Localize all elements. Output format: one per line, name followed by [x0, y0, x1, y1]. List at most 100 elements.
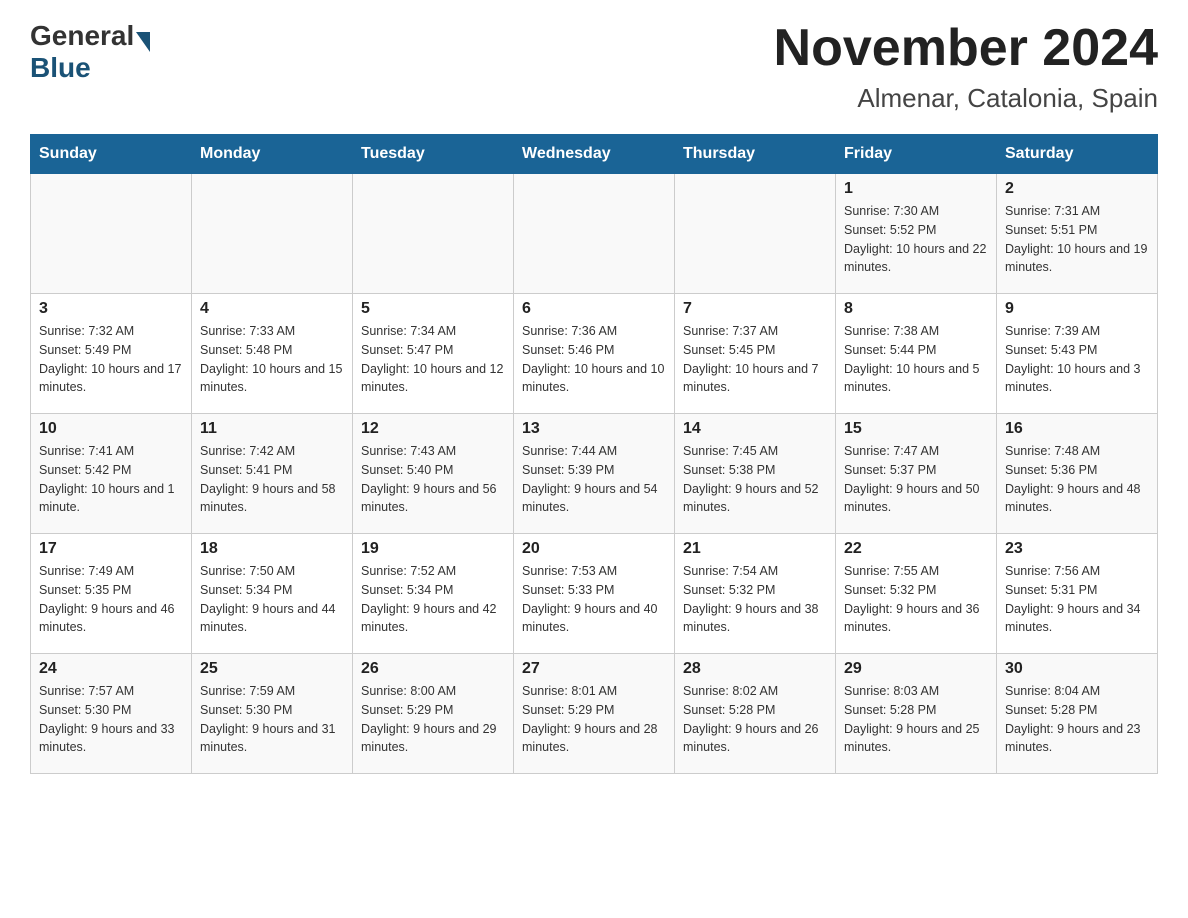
sun-info: Sunrise: 7:55 AMSunset: 5:32 PMDaylight:… [844, 562, 988, 637]
day-number: 8 [844, 300, 988, 318]
page-header: General Blue November 2024 Almenar, Cata… [30, 20, 1158, 114]
sun-info: Sunrise: 7:47 AMSunset: 5:37 PMDaylight:… [844, 442, 988, 517]
sun-info: Sunrise: 8:03 AMSunset: 5:28 PMDaylight:… [844, 682, 988, 757]
calendar-cell: 22 Sunrise: 7:55 AMSunset: 5:32 PMDayligh… [836, 534, 997, 654]
day-number: 3 [39, 300, 183, 318]
header-monday: Monday [192, 135, 353, 174]
calendar-cell: 24Sunrise: 7:57 AMSunset: 5:30 PMDayligh… [31, 654, 192, 774]
day-number: 27 [522, 660, 666, 678]
day-number: 5 [361, 300, 505, 318]
calendar-cell: 6Sunrise: 7:36 AMSunset: 5:46 PMDaylight… [514, 294, 675, 414]
sun-info: Sunrise: 7:42 AMSunset: 5:41 PMDaylight:… [200, 442, 344, 517]
sun-info: Sunrise: 7:33 AMSunset: 5:48 PMDaylight:… [200, 322, 344, 397]
calendar-cell: 25 Sunrise: 7:59 AMSunset: 5:30 PMDayligh… [192, 654, 353, 774]
calendar-cell: 20Sunrise: 7:53 AMSunset: 5:33 PMDayligh… [514, 534, 675, 654]
logo-blue-text: Blue [30, 52, 91, 84]
sun-info: Sunrise: 8:04 AMSunset: 5:28 PMDaylight:… [1005, 682, 1149, 757]
day-number: 11 [200, 420, 344, 438]
calendar-cell: 9Sunrise: 7:39 AMSunset: 5:43 PMDaylight… [997, 294, 1158, 414]
calendar-week-row: 24Sunrise: 7:57 AMSunset: 5:30 PMDayligh… [31, 654, 1158, 774]
calendar-cell: 8 Sunrise: 7:38 AMSunset: 5:44 PMDaylight… [836, 294, 997, 414]
day-number: 4 [200, 300, 344, 318]
day-number: 18 [200, 540, 344, 558]
calendar-cell [31, 174, 192, 294]
calendar-cell: 23 Sunrise: 7:56 AMSunset: 5:31 PMDayligh… [997, 534, 1158, 654]
sun-info: Sunrise: 7:38 AMSunset: 5:44 PMDaylight:… [844, 322, 988, 397]
sun-info: Sunrise: 7:48 AMSunset: 5:36 PMDaylight:… [1005, 442, 1149, 517]
logo: General Blue [30, 20, 150, 84]
sun-info: Sunrise: 7:56 AMSunset: 5:31 PMDaylight:… [1005, 562, 1149, 637]
day-number: 16 [1005, 420, 1149, 438]
day-number: 23 [1005, 540, 1149, 558]
calendar-cell: 19Sunrise: 7:52 AMSunset: 5:34 PMDayligh… [353, 534, 514, 654]
sun-info: Sunrise: 8:00 AMSunset: 5:29 PMDaylight:… [361, 682, 505, 757]
sun-info: Sunrise: 7:49 AMSunset: 5:35 PMDaylight:… [39, 562, 183, 637]
calendar-title-block: November 2024 Almenar, Catalonia, Spain [774, 20, 1158, 114]
calendar-cell: 21 Sunrise: 7:54 AMSunset: 5:32 PMDayligh… [675, 534, 836, 654]
day-number: 28 [683, 660, 827, 678]
calendar-cell: 30 Sunrise: 8:04 AMSunset: 5:28 PMDayligh… [997, 654, 1158, 774]
calendar-cell: 5 Sunrise: 7:34 AMSunset: 5:47 PMDaylight… [353, 294, 514, 414]
day-number: 22 [844, 540, 988, 558]
header-sunday: Sunday [31, 135, 192, 174]
sun-info: Sunrise: 7:52 AMSunset: 5:34 PMDaylight:… [361, 562, 505, 637]
calendar-cell: 10Sunrise: 7:41 AMSunset: 5:42 PMDayligh… [31, 414, 192, 534]
calendar-cell: 26 Sunrise: 8:00 AMSunset: 5:29 PMDayligh… [353, 654, 514, 774]
sun-info: Sunrise: 7:41 AMSunset: 5:42 PMDaylight:… [39, 442, 183, 517]
calendar-title: November 2024 [774, 20, 1158, 77]
day-number: 29 [844, 660, 988, 678]
sun-info: Sunrise: 7:44 AMSunset: 5:39 PMDaylight:… [522, 442, 666, 517]
sun-info: Sunrise: 7:30 AMSunset: 5:52 PMDaylight:… [844, 202, 988, 277]
sun-info: Sunrise: 7:43 AMSunset: 5:40 PMDaylight:… [361, 442, 505, 517]
sun-info: Sunrise: 8:02 AMSunset: 5:28 PMDaylight:… [683, 682, 827, 757]
calendar-cell: 16 Sunrise: 7:48 AMSunset: 5:36 PMDayligh… [997, 414, 1158, 534]
calendar-week-row: 1 Sunrise: 7:30 AMSunset: 5:52 PMDaylight… [31, 174, 1158, 294]
calendar-cell: 11 Sunrise: 7:42 AMSunset: 5:41 PMDayligh… [192, 414, 353, 534]
calendar-cell: 4 Sunrise: 7:33 AMSunset: 5:48 PMDaylight… [192, 294, 353, 414]
sun-info: Sunrise: 7:54 AMSunset: 5:32 PMDaylight:… [683, 562, 827, 637]
calendar-cell: 3 Sunrise: 7:32 AMSunset: 5:49 PMDaylight… [31, 294, 192, 414]
sun-info: Sunrise: 7:59 AMSunset: 5:30 PMDaylight:… [200, 682, 344, 757]
day-number: 21 [683, 540, 827, 558]
calendar-week-row: 10Sunrise: 7:41 AMSunset: 5:42 PMDayligh… [31, 414, 1158, 534]
calendar-subtitle: Almenar, Catalonia, Spain [774, 83, 1158, 114]
day-number: 9 [1005, 300, 1149, 318]
day-number: 1 [844, 180, 988, 198]
day-number: 12 [361, 420, 505, 438]
day-number: 14 [683, 420, 827, 438]
day-number: 15 [844, 420, 988, 438]
calendar-cell: 14 Sunrise: 7:45 AMSunset: 5:38 PMDayligh… [675, 414, 836, 534]
calendar-cell [192, 174, 353, 294]
calendar-table: SundayMondayTuesdayWednesdayThursdayFrid… [30, 134, 1158, 774]
sun-info: Sunrise: 7:32 AMSunset: 5:49 PMDaylight:… [39, 322, 183, 397]
day-number: 30 [1005, 660, 1149, 678]
calendar-week-row: 3 Sunrise: 7:32 AMSunset: 5:49 PMDaylight… [31, 294, 1158, 414]
day-number: 17 [39, 540, 183, 558]
sun-info: Sunrise: 7:31 AMSunset: 5:51 PMDaylight:… [1005, 202, 1149, 277]
day-number: 26 [361, 660, 505, 678]
calendar-week-row: 17 Sunrise: 7:49 AMSunset: 5:35 PMDayligh… [31, 534, 1158, 654]
calendar-cell [675, 174, 836, 294]
day-number: 24 [39, 660, 183, 678]
sun-info: Sunrise: 8:01 AMSunset: 5:29 PMDaylight:… [522, 682, 666, 757]
day-number: 25 [200, 660, 344, 678]
day-number: 20 [522, 540, 666, 558]
day-number: 6 [522, 300, 666, 318]
calendar-cell [514, 174, 675, 294]
sun-info: Sunrise: 7:34 AMSunset: 5:47 PMDaylight:… [361, 322, 505, 397]
calendar-cell: 28 Sunrise: 8:02 AMSunset: 5:28 PMDayligh… [675, 654, 836, 774]
calendar-cell: 7 Sunrise: 7:37 AMSunset: 5:45 PMDaylight… [675, 294, 836, 414]
sun-info: Sunrise: 7:45 AMSunset: 5:38 PMDaylight:… [683, 442, 827, 517]
header-thursday: Thursday [675, 135, 836, 174]
sun-info: Sunrise: 7:50 AMSunset: 5:34 PMDaylight:… [200, 562, 344, 637]
calendar-cell: 12 Sunrise: 7:43 AMSunset: 5:40 PMDayligh… [353, 414, 514, 534]
calendar-cell: 15 Sunrise: 7:47 AMSunset: 5:37 PMDayligh… [836, 414, 997, 534]
logo-general-text: General [30, 20, 134, 52]
calendar-cell: 29 Sunrise: 8:03 AMSunset: 5:28 PMDayligh… [836, 654, 997, 774]
sun-info: Sunrise: 7:37 AMSunset: 5:45 PMDaylight:… [683, 322, 827, 397]
day-number: 7 [683, 300, 827, 318]
calendar-cell: 13Sunrise: 7:44 AMSunset: 5:39 PMDayligh… [514, 414, 675, 534]
calendar-cell: 1 Sunrise: 7:30 AMSunset: 5:52 PMDaylight… [836, 174, 997, 294]
calendar-cell: 18 Sunrise: 7:50 AMSunset: 5:34 PMDayligh… [192, 534, 353, 654]
calendar-cell: 27 Sunrise: 8:01 AMSunset: 5:29 PMDayligh… [514, 654, 675, 774]
